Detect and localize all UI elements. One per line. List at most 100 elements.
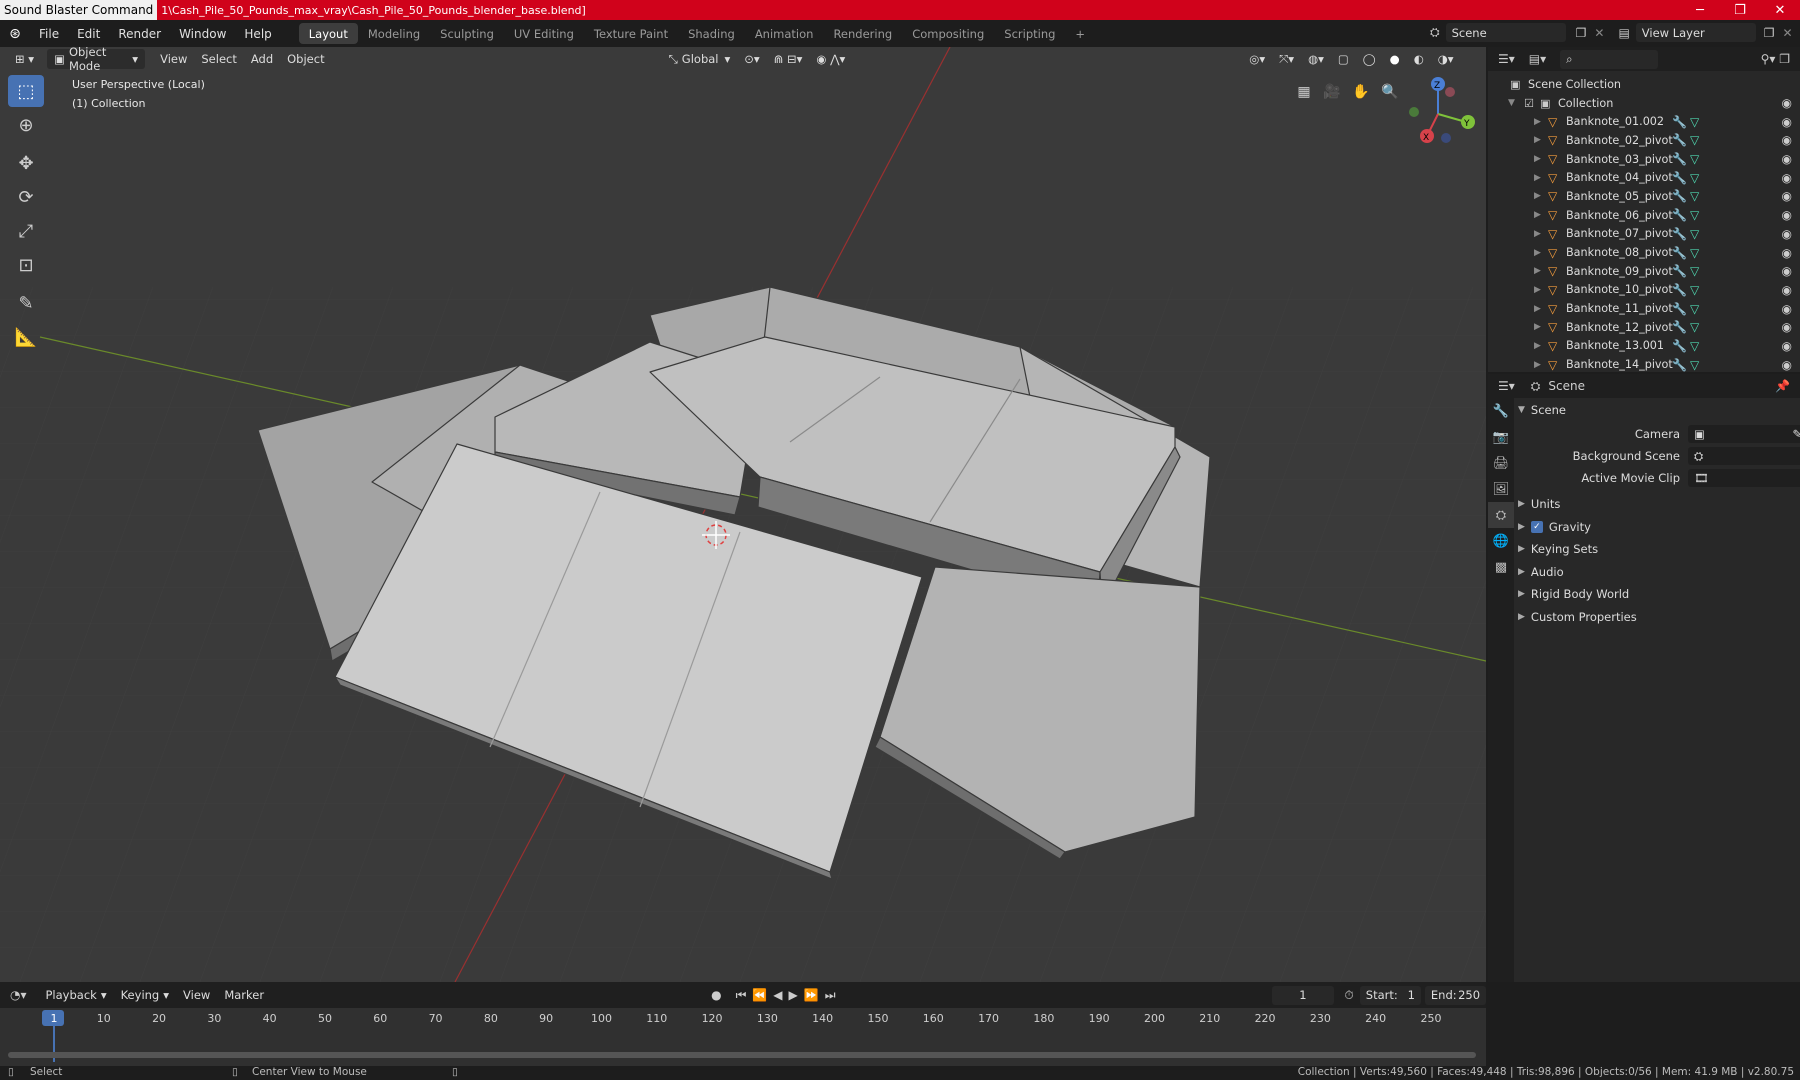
camera-view-icon[interactable]: 🎥 (1320, 80, 1344, 104)
playback-controls[interactable]: ⏮⏪◀▶⏩⏭ (736, 988, 842, 1003)
menu-keying[interactable]: Keying ▾ (114, 985, 176, 1005)
rigid-body-world-section[interactable]: ▶ Rigid Body World (1518, 584, 1796, 604)
camera-field[interactable]: ▣ ✎ (1688, 425, 1800, 443)
eye-icon[interactable]: ◉ (1782, 264, 1792, 278)
minimize-icon[interactable]: ─ (1680, 0, 1720, 20)
scale-icon[interactable]: ⤢ (8, 215, 44, 247)
view-layer-selector[interactable]: View Layer (1635, 23, 1756, 42)
world-tab-icon[interactable]: 🌐 (1488, 528, 1514, 554)
texture-tab-icon[interactable]: ▩ (1488, 554, 1514, 580)
output-tab-icon[interactable]: 🖨 (1488, 450, 1514, 476)
rendered-shading-icon[interactable]: ◑▾ (1431, 49, 1461, 69)
menu-marker[interactable]: Marker (217, 985, 271, 1005)
expand-icon[interactable]: ▶ (1534, 304, 1541, 314)
navigation-gizmo[interactable]: Z Y X (1400, 72, 1480, 152)
expand-icon[interactable]: ▶ (1534, 248, 1541, 258)
menu-add[interactable]: Add (244, 49, 280, 69)
expand-icon[interactable]: ▶ (1534, 360, 1541, 370)
expand-icon[interactable]: ▶ (1534, 191, 1541, 201)
editor-type-icon[interactable]: ☰▾ (1498, 379, 1515, 393)
menu-help[interactable]: Help (235, 20, 280, 47)
pan-hand-icon[interactable]: ✋ (1349, 80, 1373, 104)
keying-sets-section[interactable]: ▶ Keying Sets (1518, 539, 1796, 559)
overlays-icon[interactable]: ◍▾ (1301, 49, 1331, 69)
menu-playback[interactable]: Playback ▾ (39, 985, 114, 1005)
menu-select[interactable]: Select (194, 49, 243, 69)
tab-uv-editing[interactable]: UV Editing (504, 23, 584, 44)
editor-type-icon[interactable]: ☰▾ (1498, 52, 1515, 66)
stopwatch-icon[interactable]: ⏱ (1344, 988, 1353, 1003)
transform-orientation-dropdown[interactable]: ⤡ Global ▾ (662, 49, 738, 69)
tab-animation[interactable]: Animation (745, 23, 824, 44)
scene-tab-icon[interactable]: ⛭ (1488, 502, 1514, 528)
tab-modeling[interactable]: Modeling (358, 23, 430, 44)
list-item[interactable]: ▶ ▽ Banknote_12_pivot 🔧 ▽ ◉ (1488, 318, 1800, 337)
display-mode-icon[interactable]: ▤▾ (1529, 52, 1546, 66)
expand-icon[interactable]: ▶ (1534, 341, 1541, 351)
expand-icon[interactable]: ▶ (1534, 173, 1541, 183)
cursor-icon[interactable]: ⊕ (8, 109, 44, 141)
xray-icon[interactable]: ▢ (1331, 49, 1356, 69)
add-workspace-button[interactable]: + (1065, 23, 1095, 44)
menu-edit[interactable]: Edit (68, 20, 109, 47)
current-frame-field[interactable]: 1 (1271, 985, 1335, 1005)
eye-icon[interactable]: ◉ (1782, 246, 1792, 260)
expand-icon[interactable]: ▶ (1534, 266, 1541, 276)
list-item[interactable]: ▶ ▽ Banknote_07_pivot 🔧 ▽ ◉ (1488, 225, 1800, 244)
record-icon[interactable]: ● (711, 988, 721, 1002)
checkbox-icon[interactable]: ☑ (1524, 97, 1534, 110)
timeline-scrollbar[interactable] (8, 1052, 1476, 1058)
outliner-collection[interactable]: ▼ ☑ ▣ Collection ◉ (1488, 94, 1800, 113)
eye-icon[interactable]: ◉ (1782, 358, 1792, 372)
custom-properties-section[interactable]: ▶ Custom Properties (1518, 607, 1796, 627)
select-box-icon[interactable]: ⬚ (8, 75, 44, 107)
measure-icon[interactable]: 📐 (8, 321, 44, 353)
gizmo-toggle-icon[interactable]: ⤧▾ (1272, 49, 1301, 69)
tab-scripting[interactable]: Scripting (994, 23, 1065, 44)
expand-icon[interactable]: ▶ (1534, 322, 1541, 332)
list-item[interactable]: ▶ ▽ Banknote_04_pivot 🔧 ▽ ◉ (1488, 168, 1800, 187)
remove-scene-icon[interactable]: ✕ (1594, 26, 1604, 40)
mode-selector[interactable]: ▣ Object Mode ▾ (47, 47, 146, 73)
expand-icon[interactable]: ▶ (1534, 117, 1541, 127)
list-item[interactable]: ▶ ▽ Banknote_13.001 🔧 ▽ ◉ (1488, 337, 1800, 356)
gravity-section[interactable]: ▶ ✓ Gravity (1518, 517, 1796, 537)
blender-logo-icon[interactable]: ⊛ (0, 26, 30, 42)
list-item[interactable]: ▶ ▽ Banknote_05_pivot 🔧 ▽ ◉ (1488, 187, 1800, 206)
expand-icon[interactable]: ▶ (1534, 210, 1541, 220)
menu-file[interactable]: File (30, 20, 68, 47)
tab-compositing[interactable]: Compositing (902, 23, 994, 44)
scene-selector[interactable]: Scene (1445, 23, 1566, 42)
zoom-icon[interactable]: 🔍 (1378, 80, 1402, 104)
list-item[interactable]: ▶ ▽ Banknote_03_pivot 🔧 ▽ ◉ (1488, 150, 1800, 169)
expand-icon[interactable]: ▶ (1534, 135, 1541, 145)
tab-rendering[interactable]: Rendering (823, 23, 902, 44)
tab-layout[interactable]: Layout (298, 23, 358, 44)
close-icon[interactable]: ✕ (1760, 0, 1800, 20)
render-tab-icon[interactable]: 📷 (1488, 424, 1514, 450)
units-section[interactable]: ▶ Units (1518, 494, 1796, 514)
remove-view-layer-icon[interactable]: ✕ (1783, 26, 1793, 40)
list-item[interactable]: ▶ ▽ Banknote_02_pivot 🔧 ▽ ◉ (1488, 131, 1800, 150)
eye-icon[interactable]: ◉ (1782, 339, 1792, 353)
proportional-editing-icon[interactable]: ◉ ⋀▾ (809, 49, 852, 69)
tab-sculpting[interactable]: Sculpting (430, 23, 504, 44)
end-frame-field[interactable]: End: 250 (1424, 985, 1487, 1005)
editor-type-icon[interactable]: ◔▾ (10, 988, 27, 1002)
background-scene-field[interactable]: ⛭ (1688, 447, 1800, 465)
tool-tab-icon[interactable]: 🔧 (1488, 398, 1514, 424)
menu-timeline-view[interactable]: View (176, 985, 217, 1005)
visibility-icon[interactable]: ◎▾ (1242, 49, 1272, 69)
list-item[interactable]: ▶ ▽ Banknote_01.002 🔧 ▽ ◉ (1488, 112, 1800, 131)
outliner-scene-collection[interactable]: ▣ Scene Collection (1488, 75, 1800, 94)
eye-icon[interactable]: ◉ (1782, 227, 1792, 241)
filter-icon[interactable]: ⚲▾ ❐ (1761, 52, 1790, 66)
list-item[interactable]: ▶ ▽ Banknote_11_pivot 🔧 ▽ ◉ (1488, 299, 1800, 318)
list-item[interactable]: ▶ ▽ Banknote_09_pivot 🔧 ▽ ◉ (1488, 262, 1800, 281)
movie-clip-field[interactable]: 🎞 (1688, 469, 1800, 487)
list-item[interactable]: ▶ ▽ Banknote_08_pivot 🔧 ▽ ◉ (1488, 243, 1800, 262)
editor-type-icon[interactable]: ⊞ ▾ (8, 49, 41, 69)
rotate-icon[interactable]: ⟳ (8, 181, 44, 213)
eye-icon[interactable]: ◉ (1782, 152, 1792, 166)
view-layer-tab-icon[interactable]: 🖼 (1488, 476, 1514, 502)
